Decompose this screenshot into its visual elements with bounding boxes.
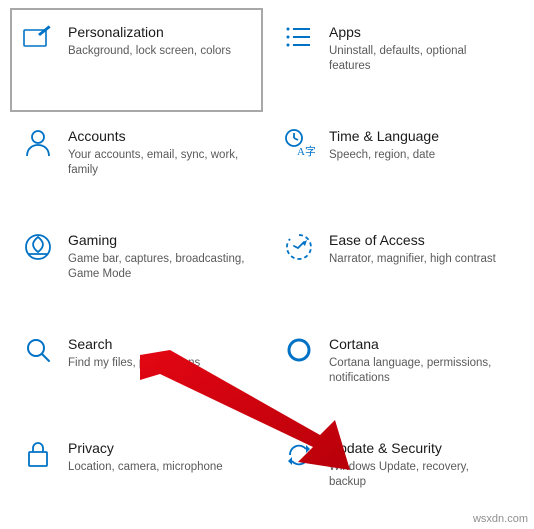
category-desc: Uninstall, defaults, optional features <box>329 44 509 74</box>
category-title: Privacy <box>68 438 255 458</box>
category-text: Personalization Background, lock screen,… <box>58 22 255 59</box>
ease-of-access-icon <box>279 230 319 262</box>
category-text: Gaming Game bar, captures, broadcasting,… <box>58 230 255 282</box>
category-title: Search <box>68 334 255 354</box>
personalization-icon <box>18 22 58 52</box>
category-text: Accounts Your accounts, email, sync, wor… <box>58 126 255 178</box>
category-title: Personalization <box>68 22 255 42</box>
category-desc: Location, camera, microphone <box>68 460 248 475</box>
category-desc: Game bar, captures, broadcasting, Game M… <box>68 252 248 282</box>
svg-text:字: 字 <box>305 144 315 158</box>
category-desc: Background, lock screen, colors <box>68 44 248 59</box>
cortana-icon <box>279 334 319 364</box>
category-apps[interactable]: Apps Uninstall, defaults, optional featu… <box>271 8 524 112</box>
category-title: Time & Language <box>329 126 516 146</box>
category-text: Ease of Access Narrator, magnifier, high… <box>319 230 516 267</box>
category-search[interactable]: Search Find my files, permissions <box>10 320 263 424</box>
category-privacy[interactable]: Privacy Location, camera, microphone <box>10 424 263 528</box>
svg-text:A: A <box>297 146 305 158</box>
accounts-icon <box>18 126 58 158</box>
category-desc: Speech, region, date <box>329 148 509 163</box>
category-desc: Find my files, permissions <box>68 356 248 371</box>
category-gaming[interactable]: Gaming Game bar, captures, broadcasting,… <box>10 216 263 320</box>
time-language-icon: A 字 <box>279 126 319 158</box>
category-text: Cortana Cortana language, permissions, n… <box>319 334 516 386</box>
category-title: Accounts <box>68 126 255 146</box>
settings-category-grid: Personalization Background, lock screen,… <box>0 0 534 528</box>
watermark: wsxdn.com <box>473 513 528 525</box>
category-text: Apps Uninstall, defaults, optional featu… <box>319 22 516 74</box>
category-desc: Windows Update, recovery, backup <box>329 460 509 490</box>
category-text: Privacy Location, camera, microphone <box>58 438 255 475</box>
category-desc: Cortana language, permissions, notificat… <box>329 356 509 386</box>
search-icon <box>18 334 58 364</box>
category-text: Time & Language Speech, region, date <box>319 126 516 163</box>
gaming-icon <box>18 230 58 262</box>
category-text: Update & Security Windows Update, recove… <box>319 438 516 490</box>
update-security-icon <box>279 438 319 470</box>
category-ease-of-access[interactable]: Ease of Access Narrator, magnifier, high… <box>271 216 524 320</box>
category-title: Update & Security <box>329 438 516 458</box>
category-desc: Your accounts, email, sync, work, family <box>68 148 248 178</box>
category-text: Search Find my files, permissions <box>58 334 255 371</box>
category-title: Ease of Access <box>329 230 516 250</box>
category-title: Apps <box>329 22 516 42</box>
category-title: Cortana <box>329 334 516 354</box>
category-cortana[interactable]: Cortana Cortana language, permissions, n… <box>271 320 524 424</box>
category-title: Gaming <box>68 230 255 250</box>
category-accounts[interactable]: Accounts Your accounts, email, sync, wor… <box>10 112 263 216</box>
category-desc: Narrator, magnifier, high contrast <box>329 252 509 267</box>
category-personalization[interactable]: Personalization Background, lock screen,… <box>10 8 263 112</box>
apps-icon <box>279 22 319 50</box>
privacy-icon <box>18 438 58 470</box>
category-time-language[interactable]: A 字 Time & Language Speech, region, date <box>271 112 524 216</box>
